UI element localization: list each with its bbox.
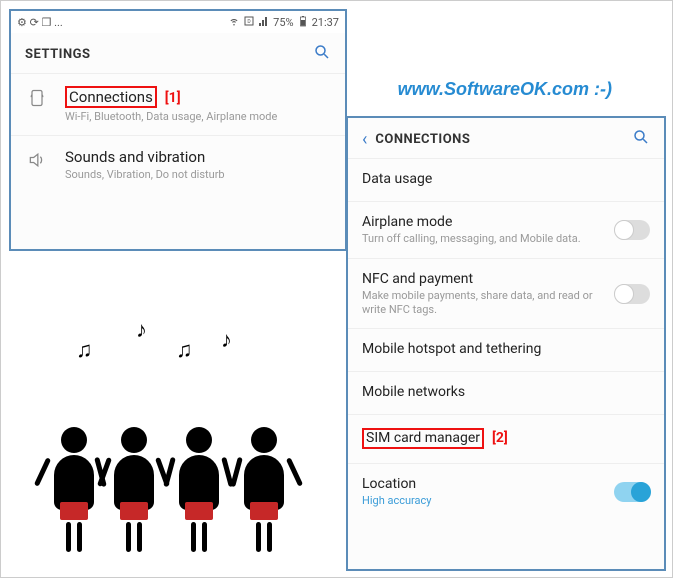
conn-item-mobile-networks[interactable]: Mobile networks (348, 371, 664, 414)
conn-item-title: Location (362, 476, 614, 492)
status-left-icons: ⚙ ⟳ ❒ ... (17, 16, 63, 29)
settings-item-title: Connections (65, 86, 157, 108)
page-title: CONNECTIONS (375, 132, 470, 147)
conn-item-location[interactable]: Location High accuracy (348, 463, 664, 520)
connections-icon (25, 86, 49, 108)
music-note-icon: ♪ (221, 327, 232, 353)
conn-item-title: Mobile networks (362, 384, 650, 400)
nfc-toggle[interactable] (614, 284, 650, 304)
conn-item-title: Mobile hotspot and tethering (362, 341, 650, 357)
conn-item-hotspot[interactable]: Mobile hotspot and tethering (348, 328, 664, 371)
settings-item-content: Connections [1] Wi-Fi, Bluetooth, Data u… (65, 86, 331, 123)
music-note-icon: ♫ (76, 337, 93, 363)
settings-header: SETTINGS (11, 33, 345, 73)
conn-item-subtitle: Turn off calling, messaging, and Mobile … (362, 232, 614, 246)
settings-item-title: Sounds and vibration (65, 148, 331, 166)
svg-text:D: D (248, 19, 251, 25)
settings-item-content: Sounds and vibration Sounds, Vibration, … (65, 148, 331, 181)
status-bar: ⚙ ⟳ ❒ ... D 75% 21:37 (11, 11, 345, 33)
music-note-icon: ♫ (176, 337, 193, 363)
annotation-marker: [1] (165, 90, 181, 106)
annotation-marker: [2] (492, 430, 508, 446)
status-right: D 75% 21:37 (228, 15, 339, 30)
conn-item-subtitle: Make mobile payments, share data, and re… (362, 289, 614, 317)
back-button[interactable]: ‹ (362, 129, 367, 150)
connections-header: ‹ CONNECTIONS (348, 118, 664, 158)
search-icon[interactable] (632, 128, 650, 150)
conn-item-title: Airplane mode (362, 214, 614, 230)
connections-list: Data usage Airplane mode Turn off callin… (348, 158, 664, 520)
conn-item-title: NFC and payment (362, 271, 614, 287)
data-icon: D (243, 15, 255, 30)
airplane-toggle[interactable] (614, 220, 650, 240)
conn-item-title: SIM card manager (362, 428, 484, 449)
status-time: 21:37 (312, 16, 339, 29)
battery-percent: 75% (273, 16, 293, 29)
settings-item-subtitle: Sounds, Vibration, Do not disturb (65, 168, 331, 181)
conn-item-nfc[interactable]: NFC and payment Make mobile payments, sh… (348, 258, 664, 329)
settings-item-sounds[interactable]: Sounds and vibration Sounds, Vibration, … (11, 135, 345, 193)
sound-icon (25, 148, 49, 170)
settings-panel: ⚙ ⟳ ❒ ... D 75% 21:37 SETTINGS (9, 9, 347, 251)
music-note-icon: ♪ (136, 317, 147, 343)
conn-item-title: Data usage (362, 171, 650, 187)
conn-item-data-usage[interactable]: Data usage (348, 158, 664, 201)
settings-item-subtitle: Wi-Fi, Bluetooth, Data usage, Airplane m… (65, 110, 331, 123)
decoration-singers: ♫ ♪ ♫ ♪ (46, 332, 316, 552)
signal-icon (258, 15, 270, 30)
location-toggle[interactable] (614, 482, 650, 502)
battery-icon (297, 15, 309, 30)
watermark-text: www.SoftwareOK.com :-) (398, 79, 612, 100)
settings-item-connections[interactable]: Connections [1] Wi-Fi, Bluetooth, Data u… (11, 73, 345, 135)
page-title: SETTINGS (25, 47, 91, 62)
conn-item-subtitle: High accuracy (362, 494, 614, 508)
connections-panel: ‹ CONNECTIONS Data usage Airplane mode T… (346, 116, 666, 571)
conn-item-airplane[interactable]: Airplane mode Turn off calling, messagin… (348, 201, 664, 258)
wifi-icon (228, 15, 240, 30)
conn-item-sim-manager[interactable]: SIM card manager [2] (348, 414, 664, 463)
search-icon[interactable] (313, 43, 331, 65)
